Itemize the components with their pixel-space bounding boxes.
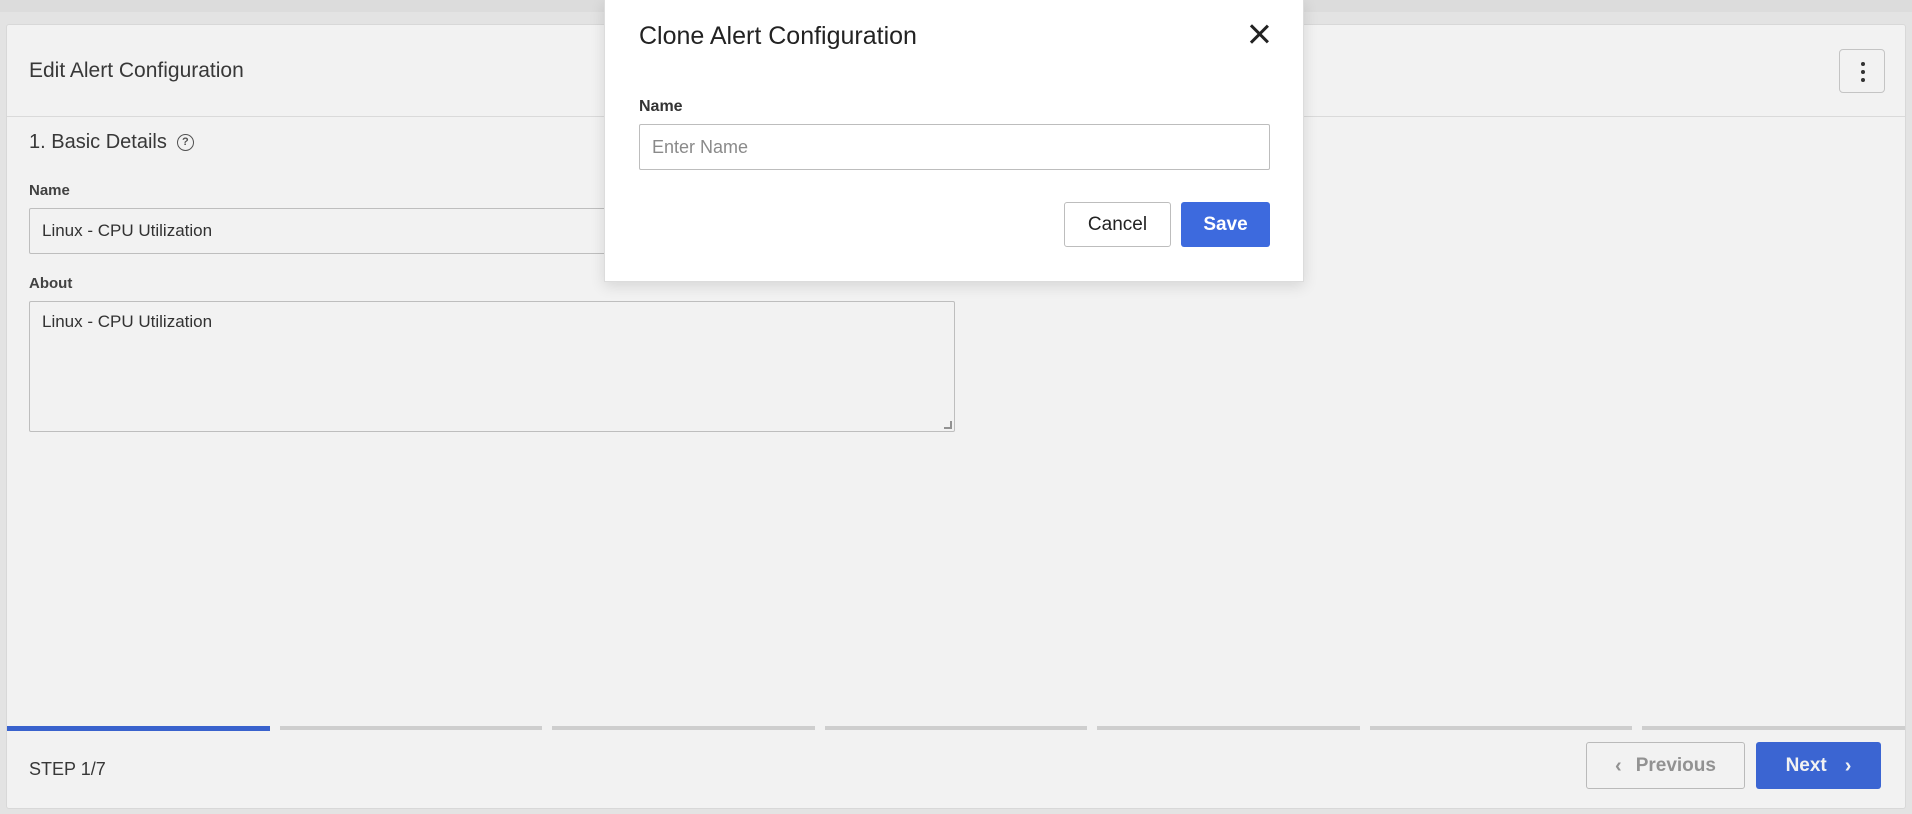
cancel-button[interactable]: Cancel bbox=[1064, 202, 1171, 247]
dialog-name-label: Name bbox=[639, 98, 683, 115]
dialog-title: Clone Alert Configuration bbox=[639, 22, 917, 50]
clone-alert-dialog: Clone Alert Configuration Name Cancel Sa… bbox=[604, 0, 1304, 282]
save-button[interactable]: Save bbox=[1181, 202, 1270, 247]
dialog-name-input[interactable] bbox=[639, 124, 1270, 170]
close-icon[interactable] bbox=[1245, 20, 1273, 48]
